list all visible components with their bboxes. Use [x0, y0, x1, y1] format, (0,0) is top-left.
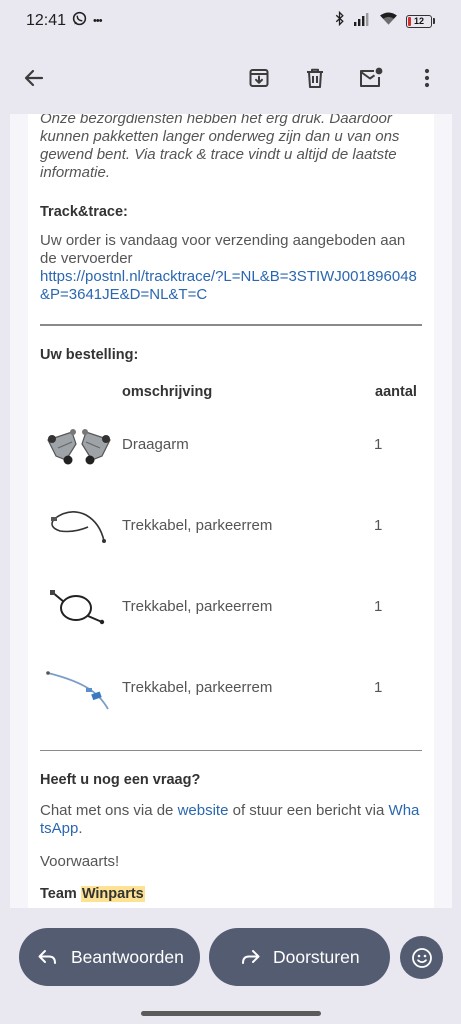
delete-button[interactable] [295, 58, 335, 98]
question-title: Heeft u nog een vraag? [40, 772, 201, 788]
intro-text: Onze bezorgdiensten hebben het erg druk.… [40, 114, 400, 181]
order-items: Draagarm 1 Trekkabel, parkeerrem 1 Trekk… [40, 404, 422, 728]
mark-unread-button[interactable] [351, 58, 391, 98]
column-description: omschrijving [122, 383, 213, 400]
order-row: Trekkabel, parkeerrem 1 [40, 647, 422, 728]
order-row: Trekkabel, parkeerrem 1 [40, 566, 422, 647]
back-arrow-icon [24, 69, 44, 87]
more-options-button[interactable] [407, 58, 447, 98]
forward-label: Doorsturen [273, 946, 360, 967]
more-vert-icon [424, 68, 430, 88]
chat-text: Chat met ons via de website of stuur een… [40, 802, 420, 837]
signature-brand: Winparts [80, 886, 145, 902]
divider [40, 749, 422, 751]
cable-image[interactable] [40, 497, 118, 553]
order-row: Trekkabel, parkeerrem 1 [40, 485, 422, 566]
reply-label: Beantwoorden [71, 946, 184, 967]
item-description: Draagarm [122, 435, 189, 453]
reply-icon [38, 950, 56, 964]
order-table-header: omschrijving aantal [40, 382, 422, 402]
battery-icon: 12 [406, 14, 435, 28]
battery-level: 12 [406, 14, 432, 28]
closing-text: Voorwaarts! [40, 853, 120, 870]
website-link[interactable]: website [178, 802, 229, 819]
signature: Team Winparts [40, 886, 422, 902]
archive-icon [249, 69, 269, 87]
item-quantity: 1 [374, 516, 383, 534]
whatsapp-icon [72, 11, 87, 31]
email-toolbar [0, 42, 461, 114]
signature-team: Team [40, 886, 77, 902]
wifi-icon [379, 11, 398, 31]
bottom-action-bar: Beantwoorden Doorsturen [0, 908, 461, 1024]
item-quantity: 1 [374, 435, 383, 453]
item-quantity: 1 [374, 678, 383, 696]
order-title: Uw bestelling: [40, 346, 139, 363]
emoji-reaction-button[interactable] [400, 936, 443, 979]
email-body: Onze bezorgdiensten hebben het erg druk.… [28, 114, 434, 908]
column-quantity: aantal [375, 383, 417, 400]
home-indicator[interactable] [141, 1011, 321, 1016]
order-row: Draagarm 1 [40, 404, 422, 485]
track-text: Uw order is vandaag voor verzending aang… [40, 232, 406, 267]
signal-icon [353, 12, 371, 31]
cable-image[interactable] [40, 578, 118, 634]
item-description: Trekkabel, parkeerrem [122, 597, 273, 615]
forward-button[interactable]: Doorsturen [209, 928, 390, 986]
email-card: Onze bezorgdiensten hebben het erg druk.… [10, 114, 452, 908]
control-arm-image[interactable] [40, 416, 118, 472]
status-time: 12:41 [26, 12, 67, 29]
trash-icon [307, 68, 323, 88]
mark-unread-icon [360, 67, 383, 87]
more-notifications: ••• [93, 15, 103, 27]
status-bar: 12:41 ••• 12 [0, 0, 461, 42]
item-quantity: 1 [374, 597, 383, 615]
forward-icon [242, 950, 260, 964]
track-title: Track&trace: [40, 204, 128, 220]
item-description: Trekkabel, parkeerrem [122, 516, 273, 534]
cable-image[interactable] [40, 659, 118, 715]
track-link[interactable]: https://postnl.nl/tracktrace/?L=NL&B=3ST… [40, 268, 422, 304]
reply-button[interactable]: Beantwoorden [19, 928, 200, 986]
smiley-icon [411, 947, 432, 968]
item-description: Trekkabel, parkeerrem [122, 678, 273, 696]
back-button[interactable] [14, 58, 54, 98]
divider [40, 324, 422, 326]
bluetooth-icon [335, 10, 345, 31]
archive-button[interactable] [239, 58, 279, 98]
